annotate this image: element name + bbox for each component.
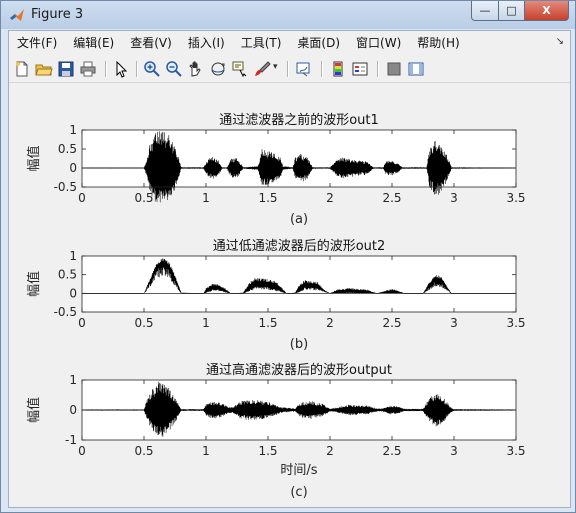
x-tick-label: 3 [450, 316, 458, 330]
print-icon[interactable] [79, 60, 97, 78]
y-tick-label: -0.5 [54, 305, 77, 319]
dock-arrow-icon[interactable]: ↘ [556, 36, 564, 47]
subplot-title: 通过滤波器之前的波形out1 [219, 112, 379, 128]
new-figure-icon[interactable] [13, 60, 31, 78]
x-tick-label: 3.5 [506, 316, 525, 330]
colorbar-icon[interactable] [329, 60, 347, 78]
menu-window[interactable]: 窗口(W) [348, 33, 409, 53]
title-bar[interactable]: Figure 3 — □ X [1, 1, 575, 29]
x-tick-label: 0 [78, 316, 86, 330]
x-tick-label: 1.5 [258, 316, 277, 330]
y-tick-label: 0 [69, 403, 77, 417]
x-tick-label: 0.5 [134, 316, 153, 330]
x-tick-label: 2.5 [382, 444, 401, 458]
hide-plot-tools-icon[interactable] [385, 60, 403, 78]
menu-file[interactable]: 文件(F) [9, 33, 65, 53]
x-tick-label: 3 [450, 444, 458, 458]
subplot-title: 通过高通滤波器后的波形output [206, 362, 392, 378]
y-axis-label: 幅值 [26, 271, 42, 297]
close-button[interactable]: X [525, 1, 569, 21]
y-axis-label: 幅值 [26, 397, 42, 423]
x-tick-label: 0 [78, 191, 86, 205]
figure-toolbar: ▾ [9, 56, 570, 83]
x-tick-label: 3.5 [506, 444, 525, 458]
menu-view[interactable]: 查看(V) [122, 33, 180, 53]
y-tick-label: 1 [69, 123, 77, 137]
window-title: Figure 3 [31, 7, 84, 22]
x-tick-label: 0.5 [134, 444, 153, 458]
link-plot-icon[interactable] [295, 60, 313, 78]
save-icon[interactable] [57, 60, 75, 78]
x-tick-label: 2 [326, 444, 334, 458]
x-tick-label: 1 [202, 316, 210, 330]
rotate-3d-icon[interactable] [209, 60, 227, 78]
axes-background [82, 256, 516, 312]
x-tick-label: 1.5 [258, 191, 277, 205]
x-tick-label: 1 [202, 444, 210, 458]
plots-svg: 0 0.5 1 1.5 2 2.5 3 3.510.50-0.5通过滤波器之前的波形out1幅… [26, 112, 526, 500]
figure-window: Figure 3 — □ X 文件(F) 编辑(E) 查看(V) 插入(I) 工… [0, 0, 576, 513]
data-cursor-icon[interactable] [231, 60, 249, 78]
x-tick-label: 1 [202, 191, 210, 205]
y-tick-label: 1 [69, 373, 77, 387]
y-tick-label: 0 [69, 286, 77, 300]
x-tick-label: 2.5 [382, 191, 401, 205]
menu-help[interactable]: 帮助(H) [409, 33, 467, 53]
x-tick-label: 2 [326, 191, 334, 205]
pointer-icon[interactable] [112, 60, 130, 78]
y-tick-label: 0.5 [58, 142, 77, 156]
pan-icon[interactable] [187, 60, 205, 78]
figure-client-area: 文件(F) 编辑(E) 查看(V) 插入(I) 工具(T) 桌面(D) 窗口(W… [8, 30, 571, 508]
y-tick-label: 0.5 [58, 268, 77, 282]
subplot-3[interactable]: 0 0.5 1 1.5 2 2.5 3 3.510-1通过高通滤波器后的波形output幅值时… [26, 362, 526, 500]
minimize-button[interactable]: — [471, 1, 499, 21]
subplot-title: 通过低通滤波器后的波形out2 [213, 238, 386, 254]
x-tick-label: 3 [450, 191, 458, 205]
menu-bar: 文件(F) 编辑(E) 查看(V) 插入(I) 工具(T) 桌面(D) 窗口(W… [9, 31, 570, 55]
subplot-2[interactable]: 0 0.5 1 1.5 2 2.5 3 3.510.50-0.5通过低通滤波器后的波形out2… [26, 238, 526, 352]
maximize-button[interactable]: □ [499, 1, 525, 21]
y-tick-label: -0.5 [54, 180, 77, 194]
x-tick-label: 2.5 [382, 316, 401, 330]
subplot-caption: (a) [290, 212, 308, 227]
y-tick-label: -1 [65, 433, 77, 447]
menu-edit[interactable]: 编辑(E) [65, 33, 122, 53]
menu-tools[interactable]: 工具(T) [233, 33, 290, 53]
show-plot-tools-icon[interactable] [407, 60, 425, 78]
y-tick-label: 0 [69, 161, 77, 175]
subplot-1[interactable]: 0 0.5 1 1.5 2 2.5 3 3.510.50-0.5通过滤波器之前的波形out1幅… [26, 112, 526, 227]
subplot-caption: (b) [290, 337, 308, 352]
menu-insert[interactable]: 插入(I) [180, 33, 233, 53]
x-tick-label: 1.5 [258, 444, 277, 458]
matlab-logo-icon [10, 9, 24, 21]
subplot-caption: (c) [290, 485, 307, 500]
zoom-out-icon[interactable] [165, 60, 183, 78]
y-axis-label: 幅值 [26, 145, 42, 171]
legend-icon[interactable] [351, 60, 369, 78]
zoom-in-icon[interactable] [143, 60, 161, 78]
y-tick-label: 1 [69, 249, 77, 263]
x-tick-label: 0 [78, 444, 86, 458]
x-tick-label: 0.5 [134, 191, 153, 205]
menu-desktop[interactable]: 桌面(D) [289, 33, 348, 53]
figure-canvas: 0 0.5 1 1.5 2 2.5 3 3.5 1 0.5 0 -0.5 通过滤波器之前的波形out1 幅… [9, 83, 570, 507]
x-tick-label: 3.5 [506, 191, 525, 205]
x-tick-label: 2 [326, 316, 334, 330]
brush-dropdown-icon[interactable]: ▾ [273, 62, 281, 80]
brush-icon[interactable] [253, 60, 271, 78]
x-axis-label: 时间/s [280, 463, 317, 478]
open-file-icon[interactable] [35, 60, 53, 78]
